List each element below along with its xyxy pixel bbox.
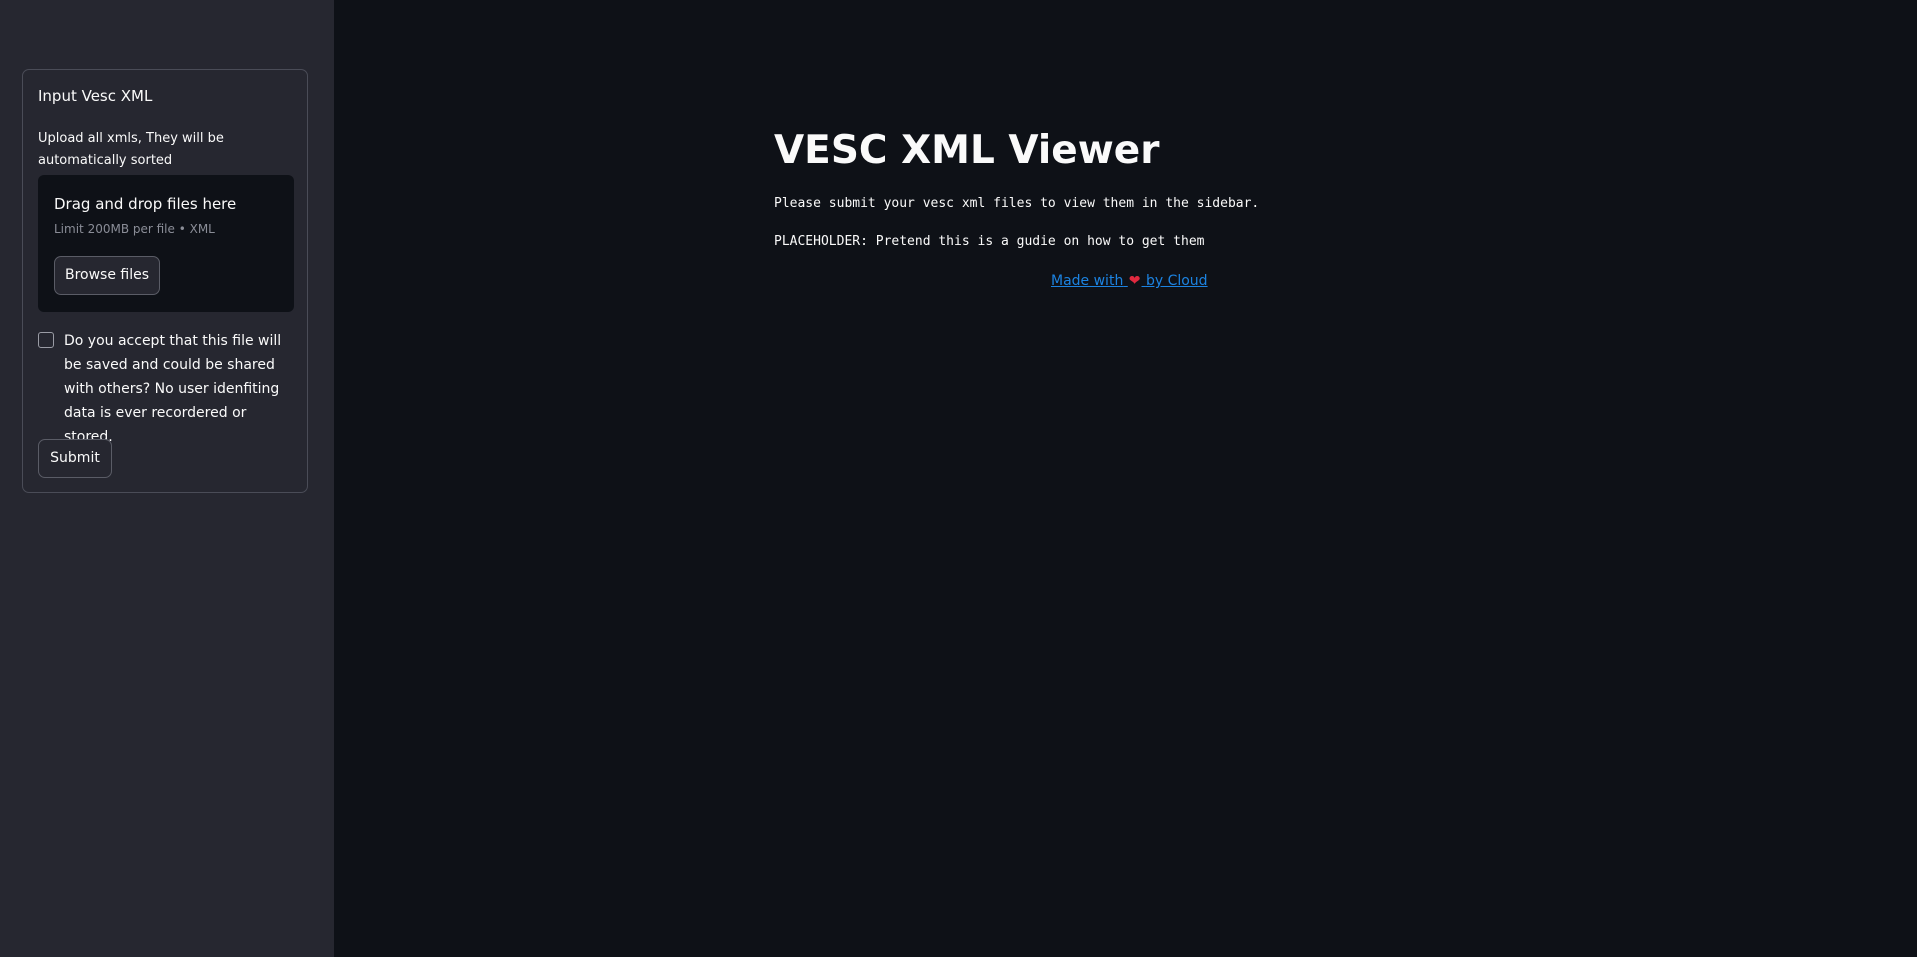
form-title: Input Vesc XML — [38, 87, 153, 105]
submit-button[interactable]: Submit — [38, 439, 112, 478]
by-cloud-text: by Cloud — [1145, 273, 1208, 289]
dropzone-limit: Limit 200MB per file • XML — [54, 222, 215, 236]
sidebar: Input Vesc XML Upload all xmls, They wil… — [0, 0, 334, 957]
xml-input-form: Input Vesc XML Upload all xmls, They wil… — [22, 69, 308, 493]
consent-checkbox[interactable] — [38, 332, 54, 348]
app-root: Input Vesc XML Upload all xmls, They wil… — [0, 0, 1917, 957]
file-dropzone[interactable]: Drag and drop files here Limit 200MB per… — [38, 175, 294, 312]
made-with-link[interactable]: Made with ❤ by Cloud — [1051, 273, 1208, 289]
browse-files-button[interactable]: Browse files — [54, 256, 160, 295]
page-title: VESC XML Viewer — [774, 128, 1160, 173]
instruction-text: Please submit your vesc xml files to vie… — [774, 196, 1260, 211]
upload-label: Upload all xmls, They will be automatica… — [38, 131, 224, 168]
consent-label[interactable]: Do you accept that this file will be sav… — [64, 329, 294, 449]
placeholder-text: PLACEHOLDER: Pretend this is a gudie on … — [774, 234, 1205, 249]
made-with-text: Made with — [1051, 273, 1124, 289]
dropzone-title: Drag and drop files here — [54, 195, 237, 213]
heart-icon: ❤ — [1128, 273, 1141, 289]
